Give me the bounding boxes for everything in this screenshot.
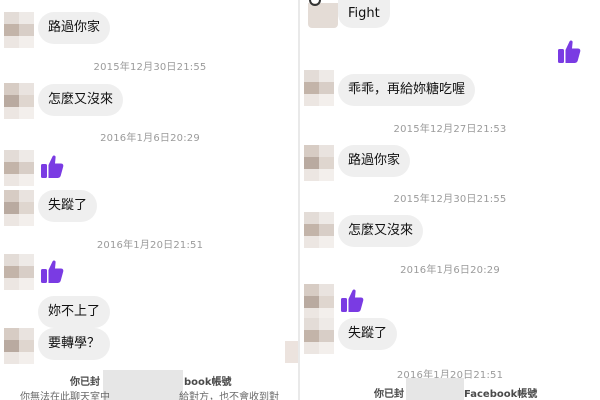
blocked-notice-text: 你無法在此聊天室中 bbox=[20, 392, 110, 400]
thumbs-up-icon bbox=[40, 258, 64, 284]
message-bubble: 怎麼又沒來 bbox=[338, 215, 424, 247]
contact-avatar bbox=[4, 190, 34, 226]
message-bubble: 失蹤了 bbox=[338, 318, 398, 350]
blocked-notice-title: Facebook帳號 bbox=[464, 389, 538, 400]
blocked-notice-title: book帳號 bbox=[184, 377, 232, 388]
contact-avatar bbox=[304, 145, 334, 181]
timestamp: 2015年12月30日21:55 bbox=[93, 62, 207, 73]
timestamp: 2016年1月20日21:51 bbox=[96, 240, 204, 251]
timestamp: 2016年1月6日20:29 bbox=[400, 265, 500, 276]
redaction-block bbox=[103, 370, 183, 400]
thumbs-up-icon bbox=[40, 153, 64, 179]
redaction-block bbox=[406, 378, 464, 400]
message-bubble: 妳不上了 bbox=[38, 296, 111, 328]
message-bubble: 乖乖，再給妳糖吃喔 bbox=[338, 74, 476, 106]
contact-avatar bbox=[304, 212, 334, 248]
message-bubble: Fight bbox=[338, 0, 390, 28]
chat-panel-left: 路過你家 2015年12月30日21:55 怎麼又沒來 2016年1月6日20:… bbox=[0, 0, 298, 400]
message-bubble: 怎麼又沒來 bbox=[38, 84, 124, 116]
message-bubble: 失蹤了 bbox=[38, 190, 98, 222]
contact-avatar bbox=[4, 254, 34, 290]
thumbs-up-icon bbox=[340, 287, 364, 313]
contact-avatar bbox=[4, 12, 34, 48]
message-bubble: 要轉學？ bbox=[38, 328, 111, 360]
blocked-notice-title: 你已封 bbox=[374, 389, 404, 400]
timestamp: 2015年12月27日21:53 bbox=[393, 124, 507, 135]
contact-avatar bbox=[304, 318, 334, 354]
chat-panel-right: Fight 乖乖，再給妳糖吃喔 2015年12月27日21:53 路過你家 20… bbox=[300, 0, 600, 400]
blurred-thumbnail bbox=[285, 341, 298, 363]
message-bubble: 路過你家 bbox=[38, 12, 111, 44]
contact-avatar bbox=[304, 284, 334, 320]
contact-avatar bbox=[304, 70, 334, 106]
blocked-notice-text: 給對方，也不會收到對 bbox=[179, 392, 279, 400]
contact-avatar bbox=[4, 83, 34, 119]
thumbs-up-icon bbox=[557, 38, 581, 64]
timestamp: 2015年12月30日21:55 bbox=[393, 194, 507, 205]
blocked-notice-title: 你已封 bbox=[70, 377, 100, 388]
timestamp: 2016年1月6日20:29 bbox=[100, 133, 200, 144]
contact-avatar bbox=[308, 3, 338, 28]
contact-avatar bbox=[4, 328, 34, 364]
message-bubble: 路過你家 bbox=[338, 145, 411, 177]
contact-avatar bbox=[4, 150, 34, 186]
